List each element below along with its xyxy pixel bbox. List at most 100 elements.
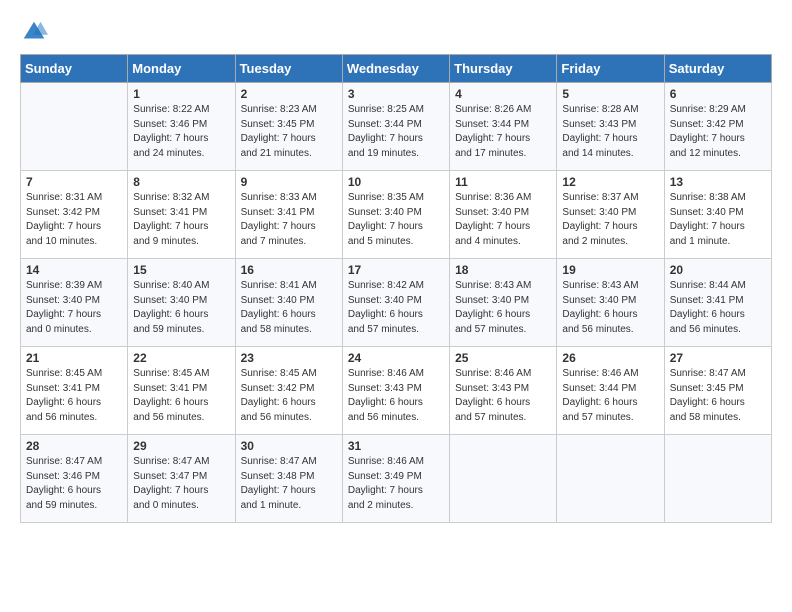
- calendar-header: SundayMondayTuesdayWednesdayThursdayFrid…: [21, 55, 772, 83]
- cell-info: Sunrise: 8:25 AMSunset: 3:44 PMDaylight:…: [348, 103, 444, 161]
- day-number: 6: [670, 87, 766, 101]
- day-number: 28: [26, 439, 122, 453]
- cell-info: Sunrise: 8:45 AMSunset: 3:42 PMDaylight:…: [241, 367, 337, 425]
- cell-info: Sunrise: 8:47 AMSunset: 3:45 PMDaylight:…: [670, 367, 766, 425]
- calendar-cell: 3 Sunrise: 8:25 AMSunset: 3:44 PMDaylight…: [342, 83, 449, 171]
- day-number: 11: [455, 175, 551, 189]
- calendar-table: SundayMondayTuesdayWednesdayThursdayFrid…: [20, 54, 772, 523]
- cell-info: Sunrise: 8:46 AMSunset: 3:43 PMDaylight:…: [348, 367, 444, 425]
- cell-info: Sunrise: 8:32 AMSunset: 3:41 PMDaylight:…: [133, 191, 229, 249]
- header-cell-wednesday: Wednesday: [342, 55, 449, 83]
- cell-info: Sunrise: 8:45 AMSunset: 3:41 PMDaylight:…: [26, 367, 122, 425]
- day-number: 16: [241, 263, 337, 277]
- day-number: 3: [348, 87, 444, 101]
- week-row-4: 21 Sunrise: 8:45 AMSunset: 3:41 PMDayligh…: [21, 347, 772, 435]
- calendar-cell: 29 Sunrise: 8:47 AMSunset: 3:47 PMDayligh…: [128, 435, 235, 523]
- page: SundayMondayTuesdayWednesdayThursdayFrid…: [0, 0, 792, 612]
- day-number: 27: [670, 351, 766, 365]
- calendar-cell: 1 Sunrise: 8:22 AMSunset: 3:46 PMDaylight…: [128, 83, 235, 171]
- calendar-cell: 4Sunrise: 8:26 AMSunset: 3:44 PMDaylight…: [450, 83, 557, 171]
- calendar-cell: 30Sunrise: 8:47 AMSunset: 3:48 PMDayligh…: [235, 435, 342, 523]
- day-number: 2: [241, 87, 337, 101]
- cell-info: Sunrise: 8:45 AMSunset: 3:41 PMDaylight:…: [133, 367, 229, 425]
- calendar-cell: 28 Sunrise: 8:47 AMSunset: 3:46 PMDayligh…: [21, 435, 128, 523]
- cell-info: Sunrise: 8:35 AMSunset: 3:40 PMDaylight:…: [348, 191, 444, 249]
- week-row-5: 28 Sunrise: 8:47 AMSunset: 3:46 PMDayligh…: [21, 435, 772, 523]
- calendar-cell: 25Sunrise: 8:46 AMSunset: 3:43 PMDayligh…: [450, 347, 557, 435]
- day-number: 26: [562, 351, 658, 365]
- cell-info: Sunrise: 8:44 AMSunset: 3:41 PMDaylight:…: [670, 279, 766, 337]
- calendar-cell: 12 Sunrise: 8:37 AMSunset: 3:40 PMDayligh…: [557, 171, 664, 259]
- header-cell-sunday: Sunday: [21, 55, 128, 83]
- cell-info: Sunrise: 8:38 AMSunset: 3:40 PMDaylight:…: [670, 191, 766, 249]
- calendar-cell: 15 Sunrise: 8:40 AMSunset: 3:40 PMDayligh…: [128, 259, 235, 347]
- calendar-cell: [450, 435, 557, 523]
- day-number: 14: [26, 263, 122, 277]
- calendar-cell: 21 Sunrise: 8:45 AMSunset: 3:41 PMDayligh…: [21, 347, 128, 435]
- day-number: 12: [562, 175, 658, 189]
- week-row-3: 14 Sunrise: 8:39 AMSunset: 3:40 PMDayligh…: [21, 259, 772, 347]
- cell-info: Sunrise: 8:47 AMSunset: 3:46 PMDaylight:…: [26, 455, 122, 513]
- calendar-cell: 27 Sunrise: 8:47 AMSunset: 3:45 PMDayligh…: [664, 347, 771, 435]
- cell-info: Sunrise: 8:46 AMSunset: 3:44 PMDaylight:…: [562, 367, 658, 425]
- day-number: 7: [26, 175, 122, 189]
- day-number: 8: [133, 175, 229, 189]
- day-number: 22: [133, 351, 229, 365]
- calendar-cell: 18 Sunrise: 8:43 AMSunset: 3:40 PMDayligh…: [450, 259, 557, 347]
- calendar-cell: 20Sunrise: 8:44 AMSunset: 3:41 PMDayligh…: [664, 259, 771, 347]
- cell-info: Sunrise: 8:37 AMSunset: 3:40 PMDaylight:…: [562, 191, 658, 249]
- calendar-cell: [664, 435, 771, 523]
- calendar-cell: 26 Sunrise: 8:46 AMSunset: 3:44 PMDayligh…: [557, 347, 664, 435]
- day-number: 5: [562, 87, 658, 101]
- calendar-body: 1 Sunrise: 8:22 AMSunset: 3:46 PMDaylight…: [21, 83, 772, 523]
- calendar-cell: 16Sunrise: 8:41 AMSunset: 3:40 PMDayligh…: [235, 259, 342, 347]
- logo: [20, 18, 52, 46]
- header-cell-tuesday: Tuesday: [235, 55, 342, 83]
- calendar-cell: [557, 435, 664, 523]
- cell-info: Sunrise: 8:39 AMSunset: 3:40 PMDaylight:…: [26, 279, 122, 337]
- cell-info: Sunrise: 8:43 AMSunset: 3:40 PMDaylight:…: [455, 279, 551, 337]
- calendar-cell: 17Sunrise: 8:42 AMSunset: 3:40 PMDayligh…: [342, 259, 449, 347]
- calendar-cell: 19 Sunrise: 8:43 AMSunset: 3:40 PMDayligh…: [557, 259, 664, 347]
- calendar-cell: 14 Sunrise: 8:39 AMSunset: 3:40 PMDayligh…: [21, 259, 128, 347]
- calendar-cell: 5 Sunrise: 8:28 AMSunset: 3:43 PMDaylight…: [557, 83, 664, 171]
- cell-info: Sunrise: 8:36 AMSunset: 3:40 PMDaylight:…: [455, 191, 551, 249]
- day-number: 15: [133, 263, 229, 277]
- day-number: 24: [348, 351, 444, 365]
- cell-info: Sunrise: 8:28 AMSunset: 3:43 PMDaylight:…: [562, 103, 658, 161]
- cell-info: Sunrise: 8:46 AMSunset: 3:49 PMDaylight:…: [348, 455, 444, 513]
- cell-info: Sunrise: 8:43 AMSunset: 3:40 PMDaylight:…: [562, 279, 658, 337]
- day-number: 19: [562, 263, 658, 277]
- calendar-cell: 22 Sunrise: 8:45 AMSunset: 3:41 PMDayligh…: [128, 347, 235, 435]
- day-number: 29: [133, 439, 229, 453]
- cell-info: Sunrise: 8:47 AMSunset: 3:47 PMDaylight:…: [133, 455, 229, 513]
- header: [20, 18, 772, 46]
- cell-info: Sunrise: 8:33 AMSunset: 3:41 PMDaylight:…: [241, 191, 337, 249]
- calendar-cell: 13Sunrise: 8:38 AMSunset: 3:40 PMDayligh…: [664, 171, 771, 259]
- day-number: 1: [133, 87, 229, 101]
- cell-info: Sunrise: 8:40 AMSunset: 3:40 PMDaylight:…: [133, 279, 229, 337]
- logo-icon: [20, 18, 48, 46]
- calendar-cell: 23 Sunrise: 8:45 AMSunset: 3:42 PMDayligh…: [235, 347, 342, 435]
- calendar-cell: 7 Sunrise: 8:31 AMSunset: 3:42 PMDaylight…: [21, 171, 128, 259]
- header-row: SundayMondayTuesdayWednesdayThursdayFrid…: [21, 55, 772, 83]
- header-cell-saturday: Saturday: [664, 55, 771, 83]
- cell-info: Sunrise: 8:42 AMSunset: 3:40 PMDaylight:…: [348, 279, 444, 337]
- day-number: 10: [348, 175, 444, 189]
- calendar-cell: 24 Sunrise: 8:46 AMSunset: 3:43 PMDayligh…: [342, 347, 449, 435]
- week-row-1: 1 Sunrise: 8:22 AMSunset: 3:46 PMDaylight…: [21, 83, 772, 171]
- day-number: 18: [455, 263, 551, 277]
- calendar-cell: 9Sunrise: 8:33 AMSunset: 3:41 PMDaylight…: [235, 171, 342, 259]
- day-number: 21: [26, 351, 122, 365]
- calendar-cell: 8 Sunrise: 8:32 AMSunset: 3:41 PMDaylight…: [128, 171, 235, 259]
- day-number: 23: [241, 351, 337, 365]
- header-cell-thursday: Thursday: [450, 55, 557, 83]
- cell-info: Sunrise: 8:22 AMSunset: 3:46 PMDaylight:…: [133, 103, 229, 161]
- cell-info: Sunrise: 8:47 AMSunset: 3:48 PMDaylight:…: [241, 455, 337, 513]
- cell-info: Sunrise: 8:31 AMSunset: 3:42 PMDaylight:…: [26, 191, 122, 249]
- calendar-cell: 6 Sunrise: 8:29 AMSunset: 3:42 PMDaylight…: [664, 83, 771, 171]
- day-number: 25: [455, 351, 551, 365]
- week-row-2: 7 Sunrise: 8:31 AMSunset: 3:42 PMDaylight…: [21, 171, 772, 259]
- cell-info: Sunrise: 8:29 AMSunset: 3:42 PMDaylight:…: [670, 103, 766, 161]
- header-cell-friday: Friday: [557, 55, 664, 83]
